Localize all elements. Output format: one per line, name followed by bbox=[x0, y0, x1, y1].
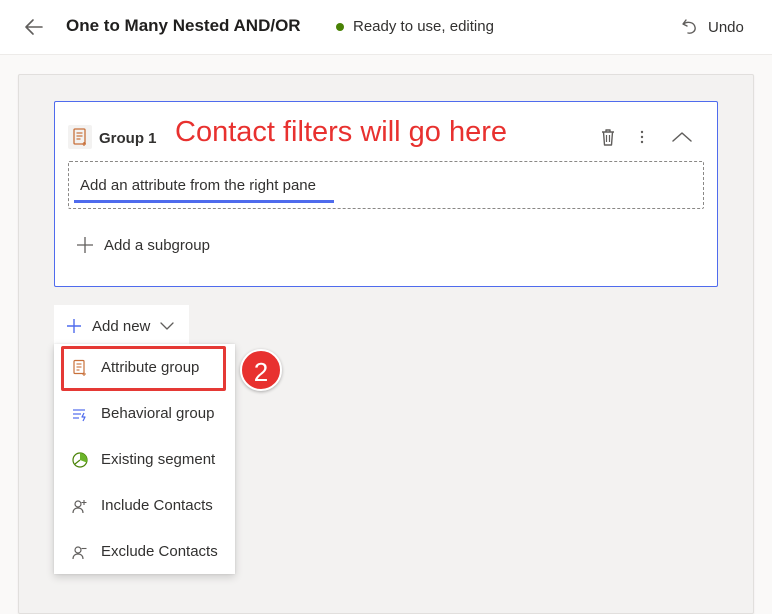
group-name: Group 1 bbox=[99, 130, 157, 147]
undo-button[interactable]: Undo bbox=[680, 14, 744, 40]
top-bar: One to Many Nested AND/OR Ready to use, … bbox=[0, 0, 772, 55]
undo-label: Undo bbox=[708, 18, 744, 36]
status-indicator bbox=[336, 23, 344, 31]
menu-item-attribute-group[interactable]: Attribute group bbox=[54, 345, 235, 391]
attribute-drop-zone[interactable]: Add an attribute from the right pane bbox=[68, 161, 704, 209]
more-options-button[interactable] bbox=[631, 126, 653, 148]
menu-item-existing-segment[interactable]: Existing segment bbox=[54, 437, 235, 483]
group-card: Group 1 Contact filters will go here Add… bbox=[54, 101, 718, 287]
menu-item-label: Attribute group bbox=[101, 359, 200, 376]
menu-item-exclude-contacts[interactable]: Exclude Contacts bbox=[54, 529, 235, 575]
plus-icon bbox=[77, 237, 93, 253]
menu-item-label: Behavioral group bbox=[101, 405, 215, 422]
undo-icon bbox=[682, 19, 696, 34]
status-text: Ready to use, editing bbox=[353, 18, 494, 35]
attribute-group-icon bbox=[73, 359, 86, 376]
exclude-contacts-icon bbox=[72, 546, 87, 560]
step-badge: 2 bbox=[240, 349, 282, 391]
add-subgroup-button[interactable]: Add a subgroup bbox=[75, 233, 210, 257]
attribute-group-icon bbox=[68, 125, 92, 149]
plus-icon bbox=[67, 319, 81, 333]
behavioral-group-icon bbox=[73, 409, 86, 422]
more-icon bbox=[640, 130, 644, 144]
menu-item-include-contacts[interactable]: Include Contacts bbox=[54, 483, 235, 529]
collapse-group-button[interactable] bbox=[669, 126, 695, 148]
menu-item-label: Existing segment bbox=[101, 451, 216, 468]
annotation-callout: Contact filters will go here bbox=[175, 116, 508, 148]
add-new-menu: Attribute group Behavioral group Existin… bbox=[54, 344, 235, 574]
collapse-icon bbox=[672, 132, 692, 142]
menu-item-label: Exclude Contacts bbox=[101, 543, 218, 560]
delete-group-button[interactable] bbox=[597, 126, 619, 148]
delete-icon bbox=[602, 129, 614, 146]
page-title: One to Many Nested AND/OR bbox=[66, 16, 301, 35]
chevron-down-icon bbox=[160, 322, 175, 330]
add-new-button[interactable]: Add new bbox=[54, 305, 189, 347]
add-subgroup-label: Add a subgroup bbox=[104, 236, 210, 254]
add-new-label: Add new bbox=[92, 317, 151, 335]
focus-underline bbox=[74, 200, 334, 203]
menu-item-behavioral-group[interactable]: Behavioral group bbox=[54, 391, 235, 437]
back-button[interactable] bbox=[22, 15, 46, 39]
segment-icon bbox=[72, 452, 88, 468]
attribute-placeholder: Add an attribute from the right pane bbox=[80, 177, 316, 194]
include-contacts-icon bbox=[72, 500, 87, 514]
back-arrow-icon bbox=[25, 19, 43, 35]
menu-item-label: Include Contacts bbox=[101, 497, 213, 514]
